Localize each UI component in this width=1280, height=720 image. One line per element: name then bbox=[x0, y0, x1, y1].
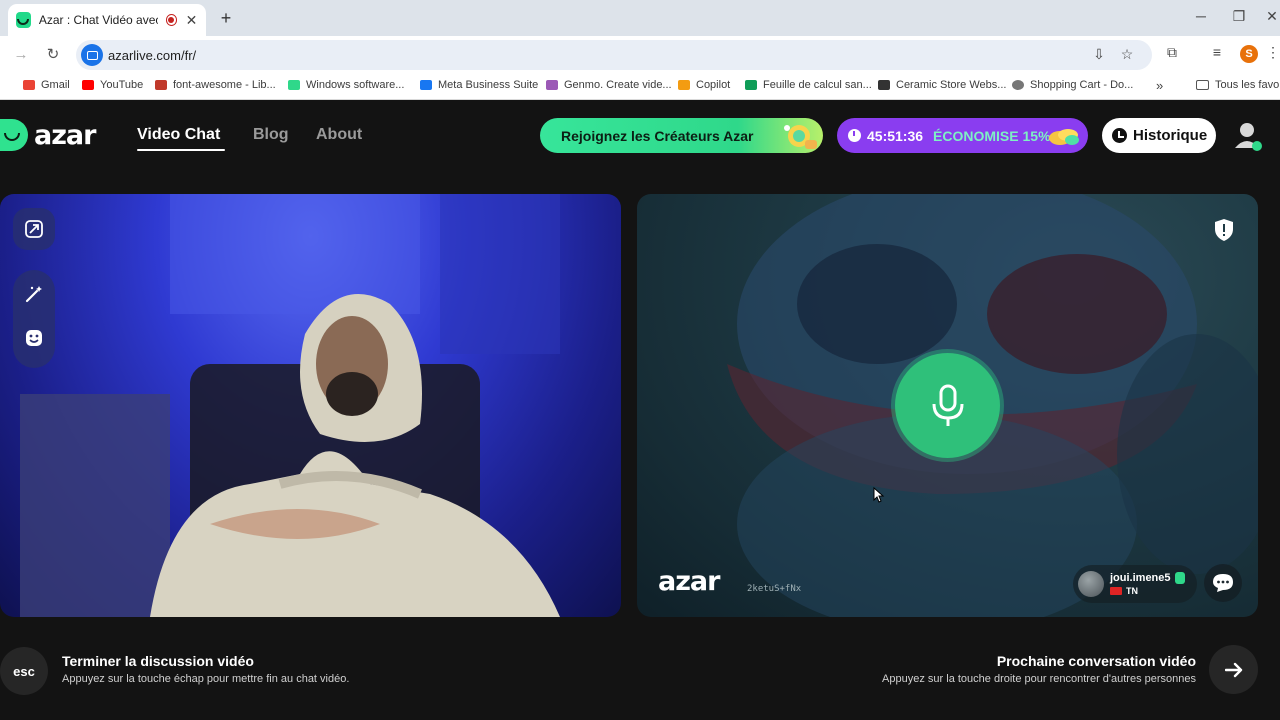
bookmark-windows-software[interactable]: Windows software... bbox=[288, 79, 404, 91]
gmail-icon bbox=[23, 80, 35, 90]
extensions-icon[interactable]: ⧉ bbox=[1162, 44, 1182, 61]
verified-badge-icon bbox=[1174, 572, 1185, 584]
promo-countdown: 45:51:36 bbox=[867, 127, 924, 144]
watermark-id: 2ketuS+fNx bbox=[747, 584, 802, 594]
face-filter-icon[interactable] bbox=[24, 328, 44, 348]
join-creators-label: Rejoignez les Créateurs Azar bbox=[561, 127, 754, 144]
bookmark-youtube[interactable]: YouTube bbox=[82, 79, 143, 91]
bookmarks-bar: Gmail YouTube font-awesome - Lib... Wind… bbox=[0, 74, 1280, 100]
recording-icon bbox=[165, 14, 177, 26]
folder-icon bbox=[1196, 80, 1209, 90]
minimize-icon[interactable]: ─ bbox=[1186, 8, 1216, 24]
next-chat-title: Prochaine conversation vidéo bbox=[996, 653, 1196, 669]
bookmark-sheets[interactable]: Feuille de calcul san... bbox=[745, 79, 872, 91]
clock-icon bbox=[848, 129, 861, 142]
new-tab-button[interactable]: + bbox=[216, 8, 236, 29]
bookmark-meta-business[interactable]: Meta Business Suite bbox=[420, 79, 538, 91]
browser-toolbar: → ↻ azarlive.com/fr/ ⇩ ☆ bbox=[0, 36, 1280, 74]
arrow-right-icon bbox=[1224, 662, 1242, 677]
youtube-icon bbox=[82, 80, 94, 90]
chat-button[interactable] bbox=[1204, 564, 1242, 602]
end-chat-subtitle: Appuyez sur la touche échap pour mettre … bbox=[62, 673, 350, 685]
globe-icon bbox=[1012, 80, 1024, 90]
end-chat-title: Terminer la discussion vidéo bbox=[62, 653, 254, 669]
history-button[interactable]: Historique bbox=[1102, 118, 1216, 153]
report-shield-icon[interactable] bbox=[1214, 218, 1234, 242]
genmo-icon bbox=[546, 80, 558, 90]
menu-dots-icon[interactable]: ⋮ bbox=[1266, 44, 1280, 61]
list-icon bbox=[288, 80, 300, 90]
wix-icon bbox=[878, 80, 890, 90]
esc-key-label: esc bbox=[13, 663, 35, 679]
browser-tabstrip: Azar : Chat Vidéo avec de n ✕ + ─ ❐ ✕ bbox=[0, 0, 1280, 36]
creator-art-icon bbox=[784, 125, 817, 149]
local-camera-feed bbox=[20, 194, 560, 617]
azar-page: azar Video Chat Blog About Rejoignez les… bbox=[0, 101, 1280, 720]
partner-avatar bbox=[1078, 571, 1104, 597]
azar-favicon-icon bbox=[16, 12, 31, 28]
end-chat-button[interactable]: esc bbox=[0, 647, 48, 695]
resize-icon bbox=[25, 220, 43, 238]
site-info-icon[interactable] bbox=[81, 44, 103, 66]
install-app-icon[interactable]: ⇩ bbox=[1090, 46, 1108, 63]
local-video-panel bbox=[0, 194, 621, 617]
promo-offer-button[interactable]: 45:51:36 ÉCONOMISE 15% bbox=[837, 118, 1088, 153]
bookmark-genmo[interactable]: Genmo. Create vide... bbox=[546, 79, 672, 91]
bookmark-star-icon[interactable]: ☆ bbox=[1118, 46, 1136, 63]
magic-wand-icon[interactable] bbox=[24, 284, 44, 304]
mouse-cursor-icon bbox=[873, 487, 885, 503]
media-control-icon[interactable]: ≡ bbox=[1207, 44, 1227, 60]
effects-toolbar bbox=[13, 270, 55, 368]
tab-title: Azar : Chat Vidéo avec de n bbox=[38, 13, 158, 27]
partner-country: TN bbox=[1126, 586, 1138, 596]
restore-icon[interactable]: ❐ bbox=[1224, 8, 1254, 25]
join-creators-button[interactable]: Rejoignez les Créateurs Azar bbox=[540, 118, 823, 153]
url-text[interactable]: azarlive.com/fr/ bbox=[108, 48, 196, 63]
partner-profile-chip[interactable]: joui.imene5 TN bbox=[1073, 565, 1197, 603]
bookmark-shopping-cart[interactable]: Shopping Cart - Do... bbox=[1012, 79, 1133, 91]
bookmark-gmail[interactable]: Gmail bbox=[23, 79, 70, 91]
history-clock-icon bbox=[1112, 128, 1127, 143]
microphone-button[interactable] bbox=[891, 349, 1004, 462]
address-bar[interactable]: azarlive.com/fr/ ⇩ ☆ bbox=[76, 40, 1152, 70]
nav-blog[interactable]: Blog bbox=[253, 126, 289, 144]
code-icon bbox=[155, 80, 167, 90]
meta-icon bbox=[420, 80, 432, 90]
account-avatar-icon[interactable] bbox=[1233, 120, 1263, 152]
reload-icon[interactable]: ↻ bbox=[42, 44, 64, 66]
azar-logo-icon bbox=[0, 119, 28, 151]
nav-video-chat[interactable]: Video Chat bbox=[137, 126, 220, 144]
coins-icon bbox=[1049, 129, 1079, 145]
minimize-video-button[interactable] bbox=[13, 208, 55, 250]
more-bookmarks-button[interactable]: » bbox=[1156, 78, 1163, 93]
back-arrow-icon[interactable]: → bbox=[10, 44, 32, 66]
all-bookmarks-folder[interactable]: Tous les favor bbox=[1196, 79, 1280, 91]
bookmark-ceramic-store[interactable]: Ceramic Store Webs... bbox=[878, 79, 1006, 91]
browser-tab[interactable]: Azar : Chat Vidéo avec de n ✕ bbox=[8, 4, 206, 36]
drive-icon bbox=[745, 80, 757, 90]
next-chat-button[interactable] bbox=[1209, 645, 1258, 694]
logo-text: azar bbox=[34, 119, 96, 151]
nav-active-underline bbox=[137, 149, 225, 151]
azar-watermark: azar bbox=[658, 566, 720, 597]
tab-close-icon[interactable]: ✕ bbox=[185, 12, 198, 29]
next-chat-subtitle: Appuyez sur la touche droite pour rencon… bbox=[882, 673, 1196, 685]
partner-username: joui.imene5 bbox=[1110, 572, 1171, 584]
azar-logo[interactable]: azar bbox=[0, 119, 96, 151]
chat-bubble-icon bbox=[1213, 574, 1233, 592]
microphone-icon bbox=[932, 384, 963, 426]
bookmark-font-awesome[interactable]: font-awesome - Lib... bbox=[155, 79, 276, 91]
remote-video-panel: azar 2ketuS+fNx joui.imene5 TN bbox=[637, 194, 1258, 617]
close-window-icon[interactable]: ✕ bbox=[1264, 8, 1280, 25]
tunisia-flag-icon bbox=[1110, 587, 1122, 595]
bookmark-copilot[interactable]: Copilot bbox=[678, 79, 730, 91]
profile-avatar[interactable]: S bbox=[1240, 45, 1258, 63]
history-label: Historique bbox=[1133, 127, 1208, 144]
copilot-icon bbox=[678, 80, 690, 90]
promo-discount: ÉCONOMISE 15% bbox=[933, 127, 1051, 144]
nav-about[interactable]: About bbox=[316, 126, 362, 144]
